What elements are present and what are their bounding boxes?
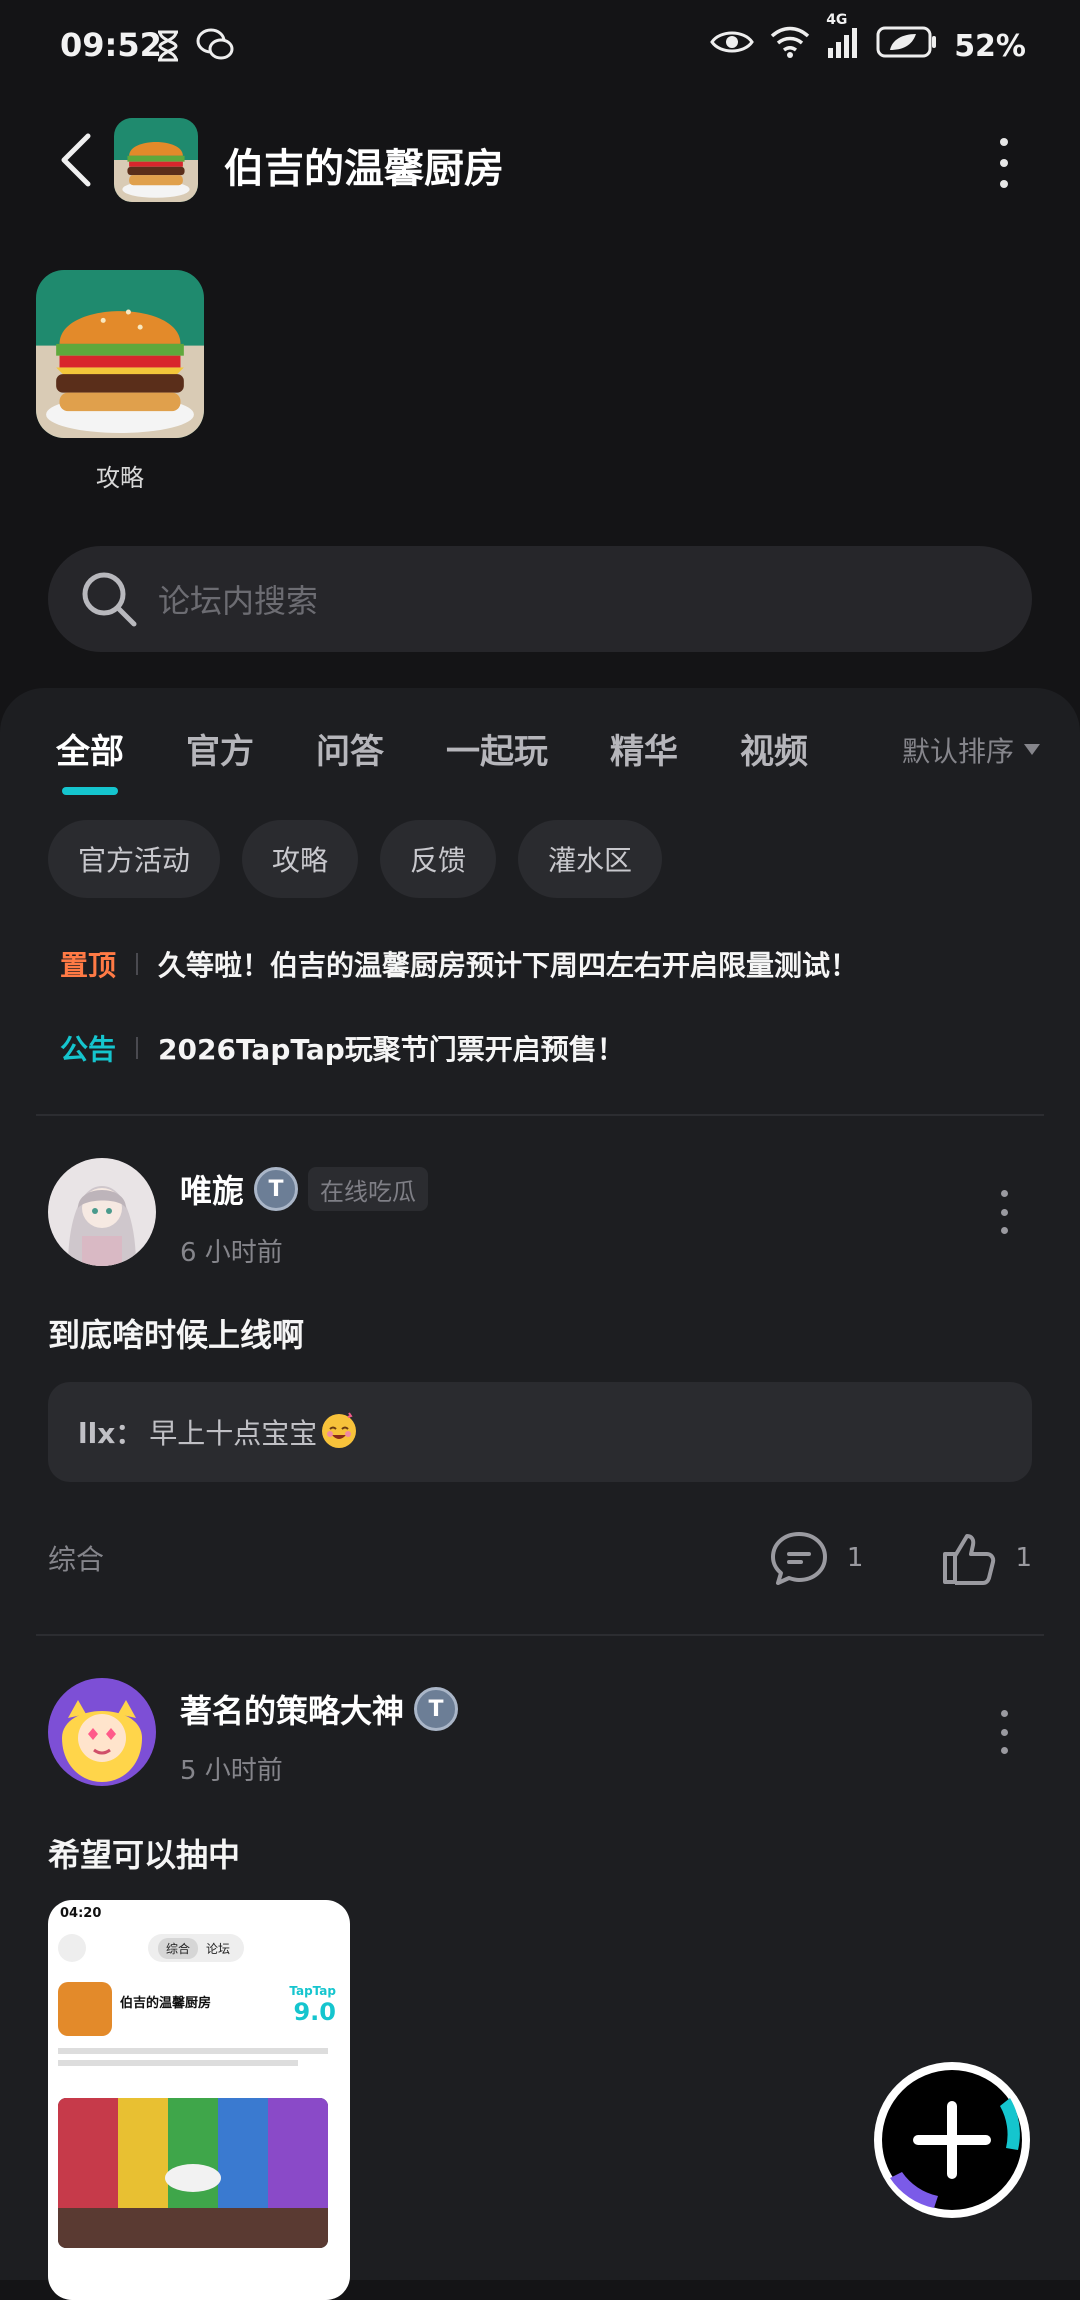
divider <box>36 1634 1044 1636</box>
battery-icon <box>876 26 938 66</box>
sort-label: 默认排序 <box>901 735 1014 768</box>
hourglass-icon <box>156 30 180 66</box>
blush-emoji-icon <box>319 1409 359 1456</box>
thumb-game-title: 伯吉的温馨厨房 <box>120 1996 212 2011</box>
pin-text: 久等啦！伯吉的温馨厨房预计下周四左右开启限量测试！ <box>158 949 859 982</box>
status-time: 09:52 <box>60 26 162 64</box>
user-title-tag: 在线吃瓜 <box>308 1167 429 1211</box>
thumb-game-icon <box>58 1982 112 2036</box>
plus-icon <box>874 2062 1030 2218</box>
dot-icon <box>1000 1190 1008 1197</box>
status-icons: 4G 52% <box>710 12 1026 66</box>
guide-shortcut-label[interactable]: 攻略 <box>36 458 204 493</box>
like-count: 1 <box>1015 1543 1032 1573</box>
search-placeholder: 论坛内搜索 <box>158 582 319 620</box>
dot-icon <box>1000 138 1008 146</box>
level-badge-icon: T <box>414 1687 459 1731</box>
dot-icon <box>1000 1747 1008 1754</box>
guide-shortcut-icon[interactable] <box>36 270 204 438</box>
chip-official-events[interactable]: 官方活动 <box>48 820 221 898</box>
post-image[interactable]: 04:20 综合 论坛 伯吉的温馨厨房 TapTap 9.0 <box>48 1900 350 2300</box>
caret-down-icon <box>1024 744 1040 755</box>
dot-icon <box>1000 1710 1008 1717</box>
like-button[interactable]: 1 <box>941 1530 1032 1586</box>
create-post-button[interactable] <box>870 2058 1034 2222</box>
forum-tabs: 全部 官方 问答 一起玩 精华 视频 <box>56 724 808 795</box>
signal-icon: 4G <box>826 12 860 66</box>
post-more-button[interactable] <box>998 1710 1010 1754</box>
dot-icon <box>1000 180 1008 188</box>
tab-all[interactable]: 全部 <box>56 724 124 795</box>
thumb-score: 9.0 <box>293 1998 336 2026</box>
comment-icon <box>770 1532 827 1585</box>
chevron-left-icon <box>61 133 91 187</box>
post-category[interactable]: 综合 <box>48 1538 104 1578</box>
comment-button[interactable]: 1 <box>769 1530 864 1586</box>
avatar[interactable] <box>48 1678 156 1786</box>
reply-username: llx： <box>78 1417 144 1450</box>
announcement-text: 2026TapTap玩聚节门票开启预售！ <box>158 1033 625 1066</box>
username[interactable]: 著名的策略大神 <box>180 1686 404 1732</box>
post-meta-row: 综合 1 1 <box>48 1530 1032 1586</box>
post-content[interactable]: 希望可以抽中 <box>48 1830 240 1876</box>
eye-icon <box>710 27 754 65</box>
tab-official[interactable]: 官方 <box>186 724 254 773</box>
announcement-tag: 公告 <box>60 1033 117 1066</box>
game-icon[interactable] <box>114 118 198 202</box>
thumb-text-line <box>58 2048 328 2054</box>
separator <box>136 953 139 975</box>
pin-tag: 置顶 <box>60 949 117 982</box>
forum-search-input[interactable]: 论坛内搜索 <box>48 546 1032 652</box>
battery-percent: 52% <box>954 28 1026 64</box>
chip-chat[interactable]: 灌水区 <box>518 820 663 898</box>
post-content[interactable]: 到底啥时候上线啊 <box>48 1310 304 1356</box>
post-author-row: 唯旎 T 在线吃瓜 <box>180 1166 429 1212</box>
thumb-tabs: 综合 论坛 <box>148 1934 244 1962</box>
username[interactable]: 唯旎 <box>180 1166 244 1212</box>
post-time: 5 小时前 <box>180 1756 283 1786</box>
level-badge-icon: T <box>254 1167 299 1211</box>
forum-title: 伯吉的温馨厨房 <box>224 146 504 192</box>
tab-play-together[interactable]: 一起玩 <box>446 724 548 773</box>
thumb-brand: TapTap <box>289 1984 336 1998</box>
tab-featured[interactable]: 精华 <box>610 724 678 773</box>
thumb-banner <box>58 2098 328 2248</box>
active-tab-indicator <box>62 787 118 795</box>
announcement-post[interactable]: 公告 2026TapTap玩聚节门票开启预售！ <box>60 1028 625 1068</box>
separator <box>136 1037 139 1059</box>
search-icon <box>82 572 137 627</box>
post-author-row: 著名的策略大神 T <box>180 1686 459 1732</box>
reply-text: 早上十点宝宝 <box>149 1417 318 1450</box>
thumb-back-icon <box>58 1934 86 1962</box>
more-options-button[interactable] <box>984 138 1024 188</box>
thumbs-up-icon <box>943 1534 996 1585</box>
divider <box>36 1114 1044 1116</box>
pinned-post[interactable]: 置顶 久等啦！伯吉的温馨厨房预计下周四左右开启限量测试！ <box>60 944 858 984</box>
post-time: 6 小时前 <box>180 1238 283 1268</box>
tab-qa[interactable]: 问答 <box>316 724 384 773</box>
sort-dropdown[interactable]: 默认排序 <box>902 730 1040 770</box>
dot-icon <box>1000 159 1008 167</box>
post-more-button[interactable] <box>998 1190 1010 1234</box>
wifi-icon <box>770 26 810 66</box>
avatar[interactable] <box>48 1158 156 1266</box>
dot-icon <box>1000 1208 1008 1216</box>
category-chips: 官方活动 攻略 反馈 灌水区 <box>48 820 663 898</box>
chip-feedback[interactable]: 反馈 <box>380 820 497 898</box>
chip-guide[interactable]: 攻略 <box>242 820 359 898</box>
back-button[interactable] <box>50 130 100 190</box>
wechat-icon <box>196 28 234 66</box>
comment-count: 1 <box>846 1543 864 1573</box>
dot-icon <box>1000 1728 1008 1736</box>
dot-icon <box>1000 1227 1008 1234</box>
thumb-text-line <box>58 2060 298 2066</box>
reply-preview[interactable]: llx： 早上十点宝宝 <box>48 1382 1032 1482</box>
tab-video[interactable]: 视频 <box>740 724 808 773</box>
thumb-time: 04:20 <box>60 1906 102 1921</box>
